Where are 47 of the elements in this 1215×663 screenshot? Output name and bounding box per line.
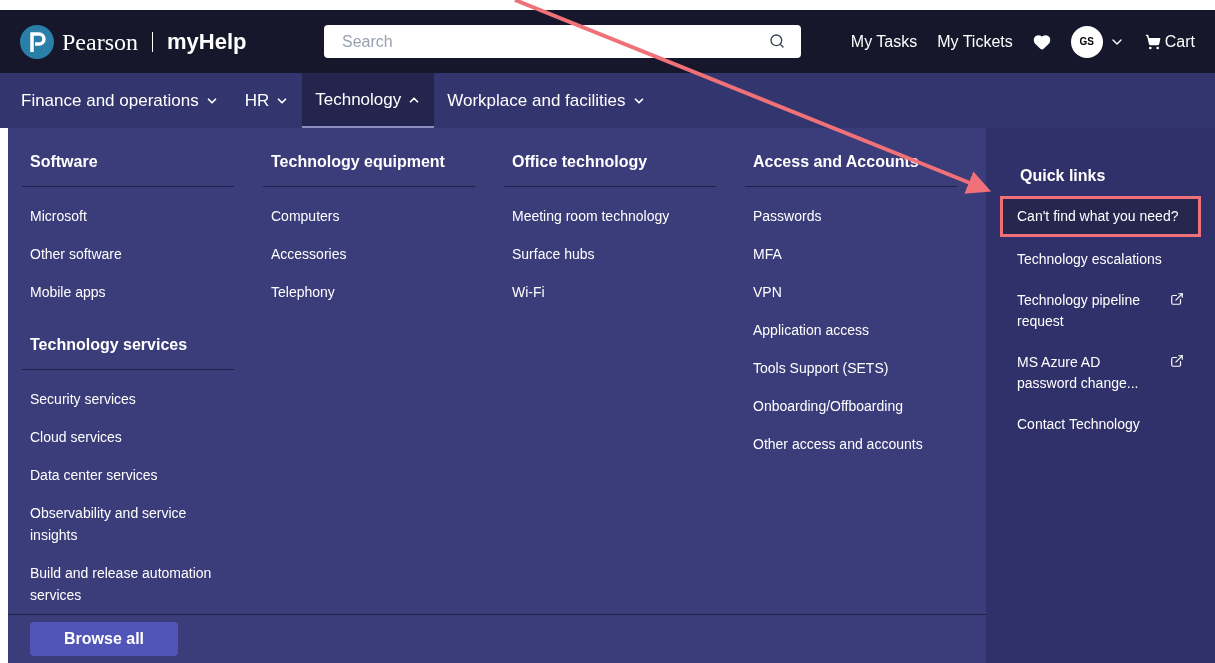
nav-tab[interactable]: Technology [302,73,435,128]
menu-link[interactable]: Mobile apps [22,273,227,311]
menu-heading: Technology services [22,333,234,370]
menu-link[interactable]: Data center services [22,456,227,494]
nav-tab[interactable]: Finance and operations [8,73,232,128]
menu-link[interactable]: Build and release automation services [22,554,227,614]
quick-link[interactable]: Technology escalations [1000,239,1201,280]
cart-icon [1144,33,1161,50]
menu-heading: Technology equipment [263,150,475,187]
menu-heading: Office technology [504,150,716,187]
menu-link[interactable]: Other software [22,235,227,273]
brand-name: Pearson [62,27,138,57]
header-link[interactable]: My Tasks [850,29,918,54]
menu-link[interactable]: Application access [745,311,950,349]
quick-link[interactable]: Contact Technology [1000,404,1201,445]
menu-link[interactable]: Surface hubs [504,235,709,273]
menu-link[interactable]: Microsoft [22,197,227,235]
avatar[interactable]: GS [1070,25,1103,58]
search-field[interactable]: Search [324,25,801,58]
menu-link[interactable]: Telephony [263,273,468,311]
search-icon[interactable] [769,33,785,49]
menu-link[interactable]: Accessories [263,235,468,273]
menu-link[interactable]: Wi-Fi [504,273,709,311]
heart-icon[interactable] [1032,32,1051,51]
quick-link[interactable]: Technology pipeline request [1000,280,1201,342]
menu-link[interactable]: Cloud services [22,418,227,456]
menu-link[interactable]: Tools Support (SETS) [745,349,950,387]
menu-link[interactable]: Passwords [745,197,950,235]
header-link[interactable]: My Tickets [937,29,1013,54]
menu-link[interactable]: VPN [745,273,950,311]
nav-tab[interactable]: Workplace and facilities [434,73,659,128]
quick-link[interactable]: Can't find what you need? [1000,196,1201,237]
menu-link[interactable]: Meeting room technology [504,197,709,235]
browse-all-button[interactable]: Browse all [30,622,178,656]
menu-link[interactable]: Computers [263,197,468,235]
menu-heading: Software [22,150,234,187]
menu-link[interactable]: Onboarding/Offboarding [745,387,950,425]
quick-link[interactable]: MS Azure AD password change... [1000,342,1201,404]
menu-link[interactable]: Observability and service insights [22,494,227,554]
nav-tab[interactable]: HR [231,73,303,128]
cart-link[interactable]: Cart [1144,29,1195,54]
menu-link[interactable]: Security services [22,380,227,418]
menu-link[interactable]: MFA [745,235,950,273]
menu-link[interactable]: Other access and accounts [745,425,950,463]
logo-icon [20,24,54,59]
product-name: myHelp [167,28,247,56]
quick-links-heading: Quick links [1019,166,1107,186]
